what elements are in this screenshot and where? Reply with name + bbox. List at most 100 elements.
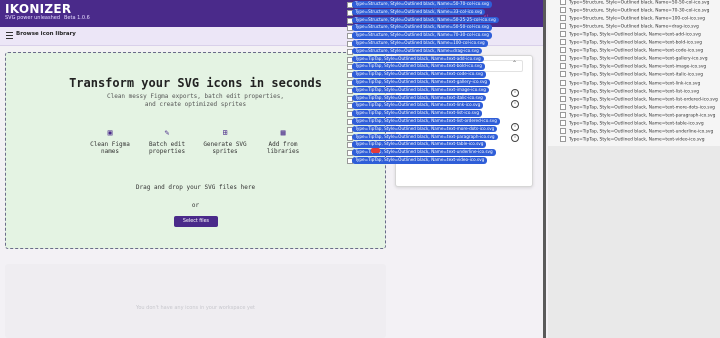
drag-drop-text: Drag and drop your SVG files here (135, 184, 256, 191)
feature-libraries: ▦ Add from libraries (253, 128, 313, 156)
file-checkbox[interactable] (560, 103, 566, 110)
feature-label: Clean Figma (90, 141, 130, 148)
dragged-file-chip: Type=TipTap, Style=Outlined black, Name=… (352, 125, 498, 133)
hero-subline-2: and create optimized sprites (144, 101, 247, 108)
file-checkbox[interactable] (560, 87, 566, 94)
workspace-empty-text: You don't have any icons in your workspa… (135, 305, 256, 311)
file-name: Type=Structure, Style=Outlined black, Na… (569, 24, 699, 30)
file-list-item[interactable]: Type=Structure, Style=Outlined black, Na… (560, 15, 720, 23)
or-separator: or (191, 202, 200, 209)
dragged-file-chip: Type=TipTap, Style=Outlined black, Name=… (352, 141, 487, 148)
file-name: Type=TipTap, Style=Outlined black, Name=… (569, 64, 707, 70)
file-checkbox[interactable] (560, 39, 566, 46)
version-badge: Beta 1.0.6 (64, 15, 90, 21)
file-checkbox[interactable] (560, 15, 566, 22)
file-checkbox[interactable] (560, 7, 566, 14)
file-browser-empty-area (548, 146, 720, 338)
file-checkbox[interactable] (560, 135, 566, 142)
file-checkbox[interactable] (560, 23, 566, 30)
file-list-item[interactable]: Type=TipTap, Style=Outlined black, Name=… (560, 87, 720, 96)
file-name: Type=TipTap, Style=Outlined black, Name=… (569, 32, 701, 38)
file-checkbox[interactable] (560, 79, 566, 86)
chevron-up-icon[interactable]: ⌃ (512, 60, 517, 67)
feature-label: Add from (268, 141, 298, 148)
file-list-item[interactable]: Type=TipTap, Style=Outlined black, Name=… (560, 71, 720, 79)
dragged-file-chip: Type=Structure, Style=Outlined black, Na… (352, 32, 492, 39)
feature-sprites: ⊞ Generate SVG sprites (195, 128, 255, 156)
file-list-item[interactable]: Type=Structure, Style=Outlined black, Na… (560, 23, 720, 31)
dragged-file-chip: Type=TipTap, Style=Outlined black, Name=… (352, 79, 491, 86)
file-list-item[interactable]: Type=TipTap, Style=Outlined black, Name=… (560, 127, 720, 136)
file-name: Type=Structure, Style=Outlined black, Na… (569, 0, 710, 6)
file-list-item[interactable]: Type=TipTap, Style=Outlined black, Name=… (560, 31, 720, 39)
file-checkbox[interactable] (560, 55, 566, 62)
dragged-file-chip: Type=TipTap, Style=Outlined black, Name=… (352, 133, 498, 141)
info-icon[interactable]: i (511, 134, 519, 142)
dragged-file-chip: Type=Structure, Style=Outlined black, Na… (352, 47, 482, 55)
grid-icon: ⊞ (222, 128, 228, 137)
file-name: Type=TipTap, Style=Outlined black, Name=… (569, 97, 718, 103)
count-badge (371, 148, 380, 153)
file-checkbox[interactable] (560, 119, 566, 126)
file-checkbox[interactable] (560, 127, 566, 134)
dragged-file-chip: Type=TipTap, Style=Outlined black, Name=… (352, 63, 485, 70)
file-name: Type=TipTap, Style=Outlined black, Name=… (569, 56, 708, 62)
file-name: Type=TipTap, Style=Outlined black, Name=… (569, 72, 704, 78)
file-name: Type=TipTap, Style=Outlined black, Name=… (569, 137, 705, 143)
file-list-item[interactable]: Type=TipTap, Style=Outlined black, Name=… (560, 95, 720, 104)
file-checkbox[interactable] (560, 63, 566, 70)
feature-label: sprites (212, 148, 238, 155)
feature-clean-names: ▣ Clean Figma names (80, 129, 140, 156)
panel-divider[interactable] (543, 0, 546, 338)
dragged-file-chip: Type=TipTap, Style=Outlined black, Name=… (352, 118, 500, 125)
file-list-item[interactable]: Type=Structure, Style=Outlined black, Na… (560, 7, 720, 15)
info-icon[interactable]: i (511, 89, 519, 97)
dragged-file-chip: Type=Structure, Style=Outlined black, Na… (352, 8, 486, 16)
library-icon: ▦ (280, 128, 286, 137)
feature-label: names (100, 148, 120, 155)
file-list-item[interactable]: Type=TipTap, Style=Outlined black, Name=… (560, 47, 720, 55)
file-name: Type=TipTap, Style=Outlined black, Name=… (569, 89, 699, 95)
file-name: Type=TipTap, Style=Outlined black, Name=… (569, 40, 703, 46)
dragged-file-chip: Type=TipTap, Style=Outlined black, Name=… (352, 110, 482, 117)
file-list-item[interactable]: Type=TipTap, Style=Outlined black, Name=… (560, 63, 720, 71)
file-checkbox[interactable] (560, 0, 566, 5)
feature-label: Generate SVG (203, 141, 247, 148)
info-icon[interactable]: i (511, 100, 519, 108)
select-files-button[interactable]: Select files (174, 216, 218, 227)
file-list-item[interactable]: Type=TipTap, Style=Outlined black, Name=… (560, 111, 720, 120)
dragged-file-chip: Type=Structure, Style=Outlined black, Na… (352, 24, 492, 31)
dragged-file-chip: Type=Structure, Style=Outlined black, Na… (352, 40, 488, 47)
file-checkbox[interactable] (560, 31, 566, 38)
hamburger-icon[interactable] (6, 32, 13, 39)
hero-subline: Clean messy Figma exports, batch edit pr… (5, 93, 386, 109)
info-icon[interactable]: i (511, 123, 519, 131)
feature-label: libraries (266, 148, 300, 155)
file-list-item[interactable]: Type=TipTap, Style=Outlined black, Name=… (560, 39, 720, 47)
file-name: Type=TipTap, Style=Outlined black, Name=… (569, 105, 715, 111)
file-checkbox[interactable] (560, 71, 566, 78)
file-checkbox[interactable] (560, 47, 566, 54)
app-tagline: SVG power unleashed (5, 15, 60, 21)
file-list-item[interactable]: Type=Structure, Style=Outlined black, Na… (560, 0, 720, 7)
file-checkbox[interactable] (560, 95, 566, 102)
hero-subline-1: Clean messy Figma exports, batch edit pr… (106, 93, 284, 100)
dragged-file-chip: Type=TipTap, Style=Outlined black, Name=… (352, 55, 484, 63)
file-list-item[interactable]: Type=TipTap, Style=Outlined black, Name=… (560, 135, 720, 144)
dragged-file-chip: Type=TipTap, Style=Outlined black, Name=… (352, 157, 488, 164)
file-name: Type=Structure, Style=Outlined black, Na… (569, 8, 710, 14)
file-list-item[interactable]: Type=TipTap, Style=Outlined black, Name=… (560, 79, 720, 88)
file-list-item[interactable]: Type=TipTap, Style=Outlined black, Name=… (560, 119, 720, 128)
dragged-file-chip: Type=TipTap, Style=Outlined black, Name=… (352, 94, 486, 102)
pencil-icon: ✎ (164, 128, 170, 137)
browse-library-link[interactable]: Browse icon library (16, 31, 76, 37)
dragged-file-chip: Type=Structure, Style=Outlined black, Na… (352, 1, 492, 8)
app-logo: IKONIZER (5, 2, 72, 16)
file-name: Type=TipTap, Style=Outlined black, Name=… (569, 48, 704, 54)
file-list-item[interactable]: Type=TipTap, Style=Outlined black, Name=… (560, 103, 720, 112)
dragged-file-chip: Type=TipTap, Style=Outlined black, Name=… (352, 86, 489, 94)
file-checkbox[interactable] (560, 111, 566, 118)
dragged-file-chip: Type=Structure, Style=Outlined black, Na… (352, 16, 499, 24)
hero-headline: Transform your SVG icons in seconds (69, 76, 322, 90)
file-list-item[interactable]: Type=TipTap, Style=Outlined black, Name=… (560, 55, 720, 63)
